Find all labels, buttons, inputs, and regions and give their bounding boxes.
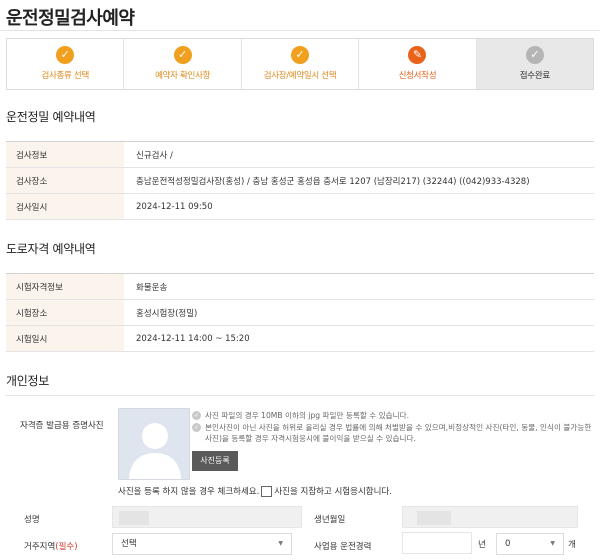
photo-label: 자격증 발급용 증명사진: [20, 421, 104, 431]
region-label: 거주지역(필수): [24, 540, 78, 552]
row-label: 시험일시: [6, 325, 124, 352]
required-mark: (필수): [55, 542, 78, 552]
career-months-select[interactable]: 0 ▼: [496, 533, 564, 555]
skip-photo-prefix: 사진을 등록 하지 않을 경우 체크하세요.: [118, 487, 260, 497]
redacted-value: [417, 511, 451, 525]
skip-photo-checkbox[interactable]: [261, 485, 273, 497]
note-text: 본인사진이 아닌 사진을 허위로 올리실 경우 법률에 의해 처벌받을 수 있으…: [205, 422, 592, 444]
step-label: 검사장/예약일시 선택: [263, 71, 337, 81]
road-qualification-table: 시험자격정보 화물운송 시험장소 홍성시험장(정밀) 시험일시 2024-12-…: [6, 273, 594, 352]
personal-info-form: 자격증 발급용 증명사진 ✓ 사진 파일의 경우 10MB 이하의 jpg 파일…: [6, 395, 594, 560]
row-label: 검사장소: [6, 167, 124, 194]
step-label: 예약자 확인사항: [155, 71, 211, 81]
table-row: 시험장소 홍성시험장(정밀): [6, 299, 594, 326]
step-write-application: ✎ 신청서작성: [359, 39, 477, 89]
career-months-value: 0: [505, 539, 511, 549]
career-label: 사업용 운전경력: [314, 542, 372, 552]
row-value: 홍성시험장(정밀): [136, 308, 198, 319]
step-reserver-check: ✓ 예약자 확인사항: [124, 39, 242, 89]
region-select-value: 선택: [121, 539, 137, 549]
photo-notes: ✓ 사진 파일의 경우 10MB 이하의 jpg 파일만 등록할 수 있습니다.…: [192, 410, 592, 445]
check-icon: ✓: [56, 46, 75, 64]
birth-field[interactable]: [402, 506, 578, 528]
note-text: 사진 파일의 경우 10MB 이하의 jpg 파일만 등록할 수 있습니다.: [205, 411, 410, 420]
step-complete: ✓ 접수완료: [476, 39, 594, 89]
info-bullet-icon: ✓: [192, 411, 201, 420]
avatar-silhouette-icon: [119, 409, 189, 479]
dropdown-caret-icon: ▼: [550, 540, 555, 547]
check-icon: ✓: [525, 46, 544, 64]
row-value: 2024-12-11 14:00 ~ 15:20: [136, 333, 250, 344]
step-label: 접수완료: [519, 71, 550, 81]
career-years-input[interactable]: [402, 532, 472, 554]
career-month-unit: 개: [568, 540, 576, 550]
step-select-exam-type: ✓ 검사종류 선택: [7, 39, 125, 89]
name-label: 성명: [24, 515, 40, 525]
row-value: 충남운전적성정밀검사장(홍성) / 충남 홍성군 홍성읍 충서로 1207 (남…: [136, 176, 530, 187]
dropdown-caret-icon: ▼: [278, 540, 283, 547]
skip-photo-row: 사진을 등록 하지 않을 경우 체크하세요. 사진을 지참하고 시험응시합니다.: [118, 485, 392, 497]
title-divider: [0, 30, 600, 31]
photo-upload-button[interactable]: 사진등록: [192, 451, 238, 471]
birth-label: 생년월일: [314, 515, 346, 525]
row-label: 검사일시: [6, 193, 124, 220]
precision-exam-table: 검사정보 신규검사 / 검사장소 충남운전적성정밀검사장(홍성) / 충남 홍성…: [6, 141, 594, 220]
section-title-road-qualification: 도로자격 예약내역: [6, 242, 96, 256]
row-label: 검사정보: [6, 141, 124, 168]
section-title-personal: 개인정보: [6, 374, 49, 388]
skip-photo-suffix: 사진을 지참하고 시험응시합니다.: [274, 487, 392, 497]
section-title-precision-exam: 운전정밀 예약내역: [6, 110, 96, 124]
table-row: 시험일시 2024-12-11 14:00 ~ 15:20: [6, 325, 594, 352]
pencil-icon: ✎: [408, 46, 427, 64]
table-row: 검사일시 2024-12-11 09:50: [6, 193, 594, 220]
region-label-text: 거주지역: [24, 542, 56, 552]
row-value: 2024-12-11 09:50: [136, 201, 213, 212]
region-select[interactable]: 선택 ▼: [112, 533, 292, 555]
check-icon: ✓: [291, 46, 310, 64]
row-value: 신규검사 /: [136, 150, 173, 161]
note-item: ✓ 본인사진이 아닌 사진을 허위로 올리실 경우 법률에 의해 처벌받을 수 …: [192, 422, 592, 445]
progress-stepper: ✓ 검사종류 선택 ✓ 예약자 확인사항 ✓ 검사장/예약일시 선택 ✎ 신청서…: [6, 38, 594, 90]
row-label: 시험장소: [6, 299, 124, 326]
info-bullet-icon: ✓: [192, 422, 201, 432]
step-label: 신청서작성: [398, 71, 437, 81]
table-row: 검사정보 신규검사 /: [6, 141, 594, 168]
step-label: 검사종류 선택: [41, 71, 89, 81]
note-item: ✓ 사진 파일의 경우 10MB 이하의 jpg 파일만 등록할 수 있습니다.: [192, 410, 592, 422]
row-value: 화물운송: [136, 282, 168, 293]
career-year-unit: 년: [478, 540, 486, 550]
redacted-value: [119, 511, 149, 525]
table-row: 검사장소 충남운전적성정밀검사장(홍성) / 충남 홍성군 홍성읍 충서로 12…: [6, 167, 594, 194]
table-row: 시험자격정보 화물운송: [6, 273, 594, 300]
page-title: 운전정밀검사예약: [6, 8, 135, 29]
step-select-site-datetime: ✓ 검사장/예약일시 선택: [242, 39, 360, 89]
row-label: 시험자격정보: [6, 273, 124, 300]
check-icon: ✓: [173, 46, 192, 64]
name-field[interactable]: [112, 506, 302, 528]
photo-placeholder: [118, 408, 190, 480]
